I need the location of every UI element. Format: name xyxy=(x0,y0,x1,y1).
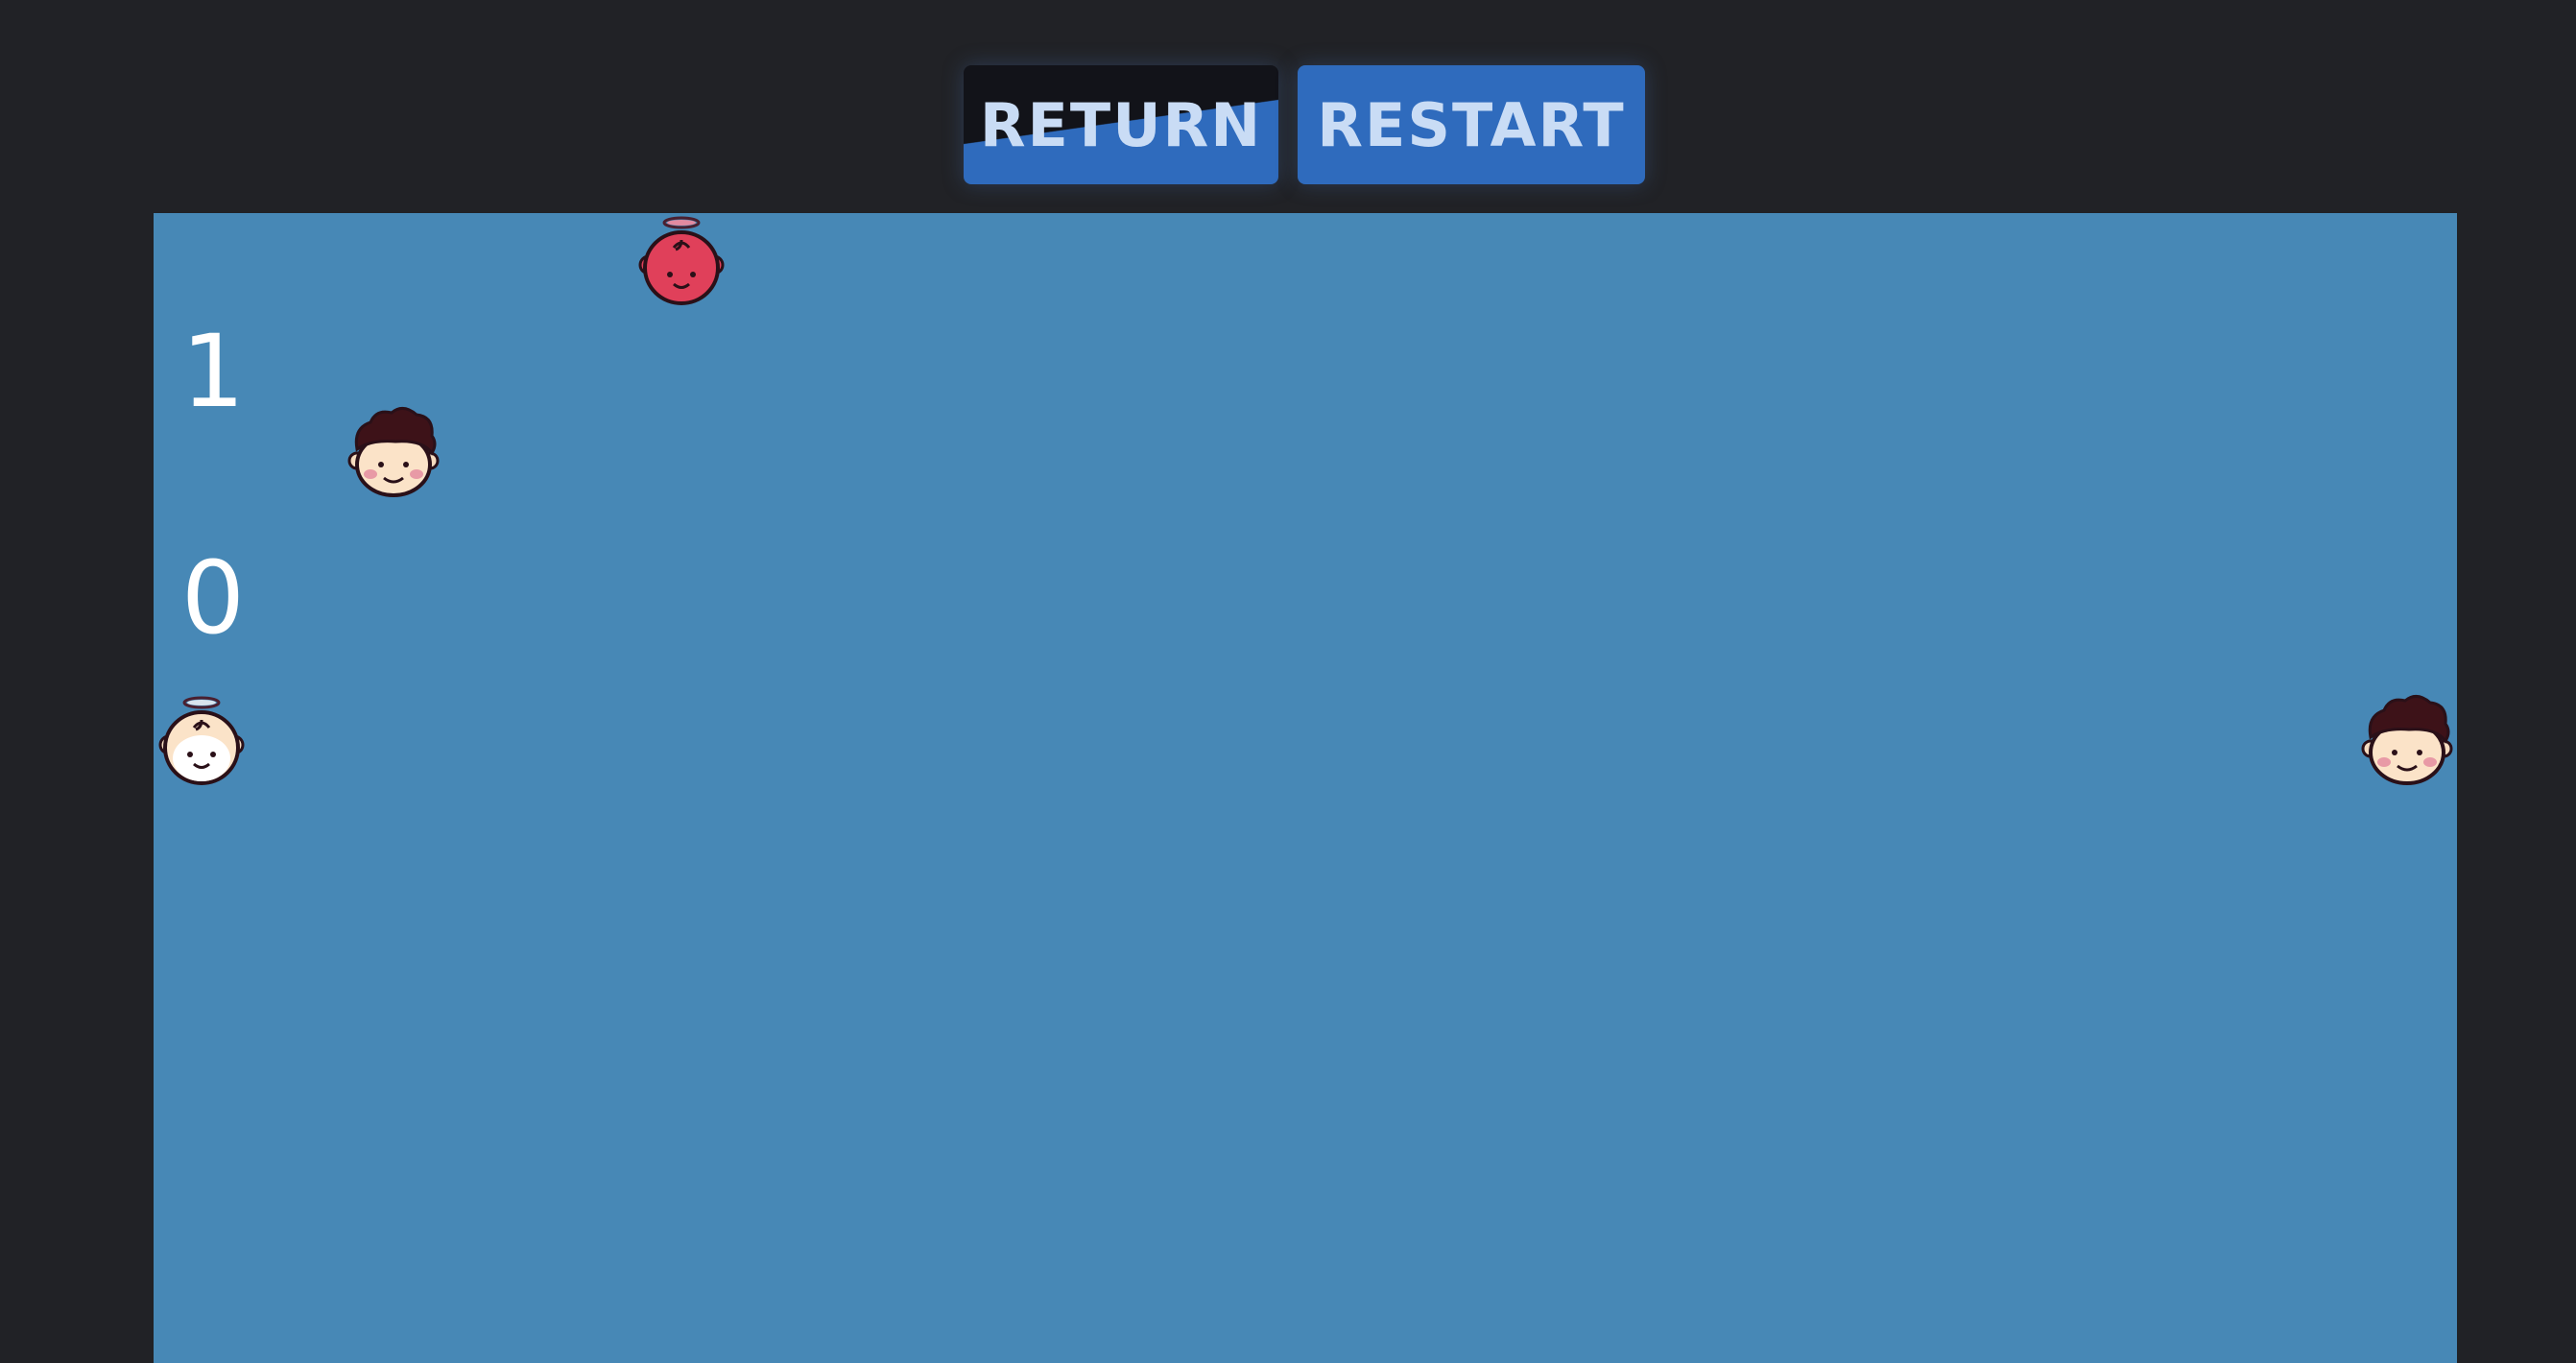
return-button[interactable]: RETURN xyxy=(964,65,1278,184)
score-display: 1 0 xyxy=(175,213,251,768)
restart-button[interactable]: RESTART xyxy=(1298,65,1645,184)
restart-button-label: RESTART xyxy=(1317,89,1626,160)
angel-white-icon[interactable] xyxy=(154,695,250,791)
game-board[interactable]: 1 0 xyxy=(154,213,2457,1363)
score-bottom-digit: 0 xyxy=(180,539,246,657)
score-top-digit: 1 xyxy=(180,313,246,430)
boy-curly-hair-icon[interactable] xyxy=(346,405,441,501)
boy-curly-hair-icon[interactable] xyxy=(2359,693,2455,789)
return-button-label: RETURN xyxy=(979,89,1263,160)
top-toolbar: RETURN RESTART xyxy=(0,0,2576,213)
angel-red-icon[interactable] xyxy=(633,215,729,311)
